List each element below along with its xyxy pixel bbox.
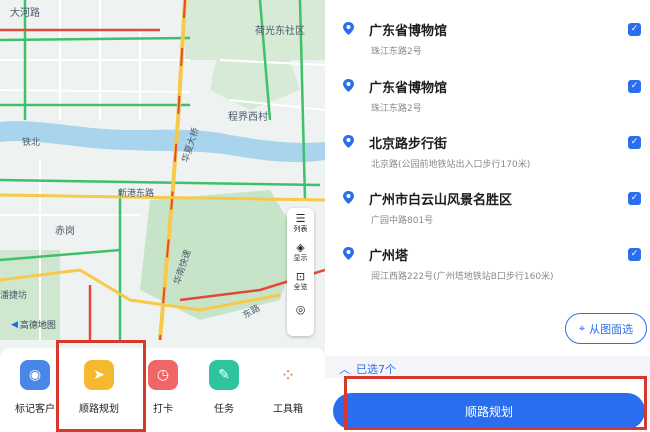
list-view-button[interactable]: ☰ 列表 [294, 212, 308, 241]
pin-marker-icon: ◉ [20, 360, 50, 390]
locate-me-button[interactable]: ◎ [296, 303, 306, 332]
overview-label: 全览 [293, 283, 308, 291]
selected-count-label: 已选7个 [356, 363, 396, 376]
selected-count[interactable]: ︿ 已选7个 [339, 361, 396, 377]
map-label-area: 赤岗 [55, 226, 75, 237]
map-label-area: 铁北 [22, 138, 41, 148]
location-pin-icon [343, 191, 354, 204]
toolbox-grid-icon: ⁘ [273, 360, 303, 390]
location-pin-icon [343, 247, 354, 260]
map-pick-icon: ⌖ [578, 321, 586, 335]
poi-list-item[interactable]: 广东省博物馆 珠江东路2号 ✓ [325, 71, 650, 127]
list-view-label: 列表 [293, 225, 308, 233]
selected-count-bar[interactable]: ︿ 已选7个 [325, 356, 650, 378]
task-clipboard-icon: ✎ [209, 360, 239, 390]
list-icon: ☰ [295, 212, 306, 225]
poi-name: 广州塔 [369, 249, 409, 264]
map-label-area: 潘捷坊 [0, 291, 28, 301]
poi-address: 北京路(公园前地铁站出入口步行170米) [371, 160, 531, 170]
checkbox-checked-icon[interactable]: ✓ [628, 136, 641, 149]
locate-icon: ◎ [295, 303, 306, 316]
display-layers-label: 显示 [293, 254, 308, 262]
checkin-clock-icon: ◷ [148, 360, 178, 390]
map-label-community: 荷光东社区 [255, 26, 305, 37]
location-pin-icon [343, 135, 354, 148]
location-pin-icon [343, 22, 354, 35]
toolbox-button[interactable]: ⁘ 工具箱 [258, 360, 318, 415]
poi-name: 广州市白云山风景名胜区 [369, 193, 513, 208]
logo-arrow-icon: ◀ [11, 319, 18, 330]
poi-name: 北京路步行街 [369, 137, 448, 152]
map-label-road: 新港东路 [118, 189, 155, 199]
river [0, 121, 325, 163]
poi-address: 广园中路801号 [371, 216, 434, 226]
mark-customer-label: 标记客户 [15, 404, 55, 415]
poi-address: 珠江东路2号 [371, 104, 422, 114]
task-button[interactable]: ✎ 任务 [194, 360, 254, 415]
poi-name: 广东省博物馆 [369, 81, 448, 96]
overview-button[interactable]: ⊡ 全览 [294, 270, 308, 299]
pick-from-map-label: 从图面选 [589, 322, 634, 336]
location-pin-icon [343, 79, 354, 92]
highlight-annotation-box [344, 376, 647, 430]
display-layers-button[interactable]: ◈ 显示 [294, 241, 308, 270]
poi-address: 阅江西路222号(广州塔地铁站B口步行160米) [371, 272, 554, 282]
map-label-village: 程界西村 [228, 112, 268, 123]
map-provider-logo: ◀ 高德地图 [11, 318, 56, 332]
checkin-label: 打卡 [153, 404, 173, 415]
map-provider-name: 高德地图 [19, 321, 56, 331]
poi-name: 广东省博物馆 [369, 24, 448, 39]
poi-list-item[interactable]: 广东省博物馆 珠江东路2号 ✓ [325, 14, 650, 70]
poi-list-item[interactable]: 北京路步行街 北京路(公园前地铁站出入口步行170米) ✓ [325, 127, 650, 183]
poi-list-item[interactable]: 广州塔 阅江西路222号(广州塔地铁站B口步行160米) ✓ [325, 239, 650, 295]
map-label-road: 大河路 [10, 8, 40, 19]
pick-from-map-button[interactable]: ⌖ 从图面选 [565, 313, 647, 344]
checkbox-checked-icon[interactable]: ✓ [628, 23, 641, 36]
layers-icon: ◈ [296, 241, 305, 254]
toolbox-label: 工具箱 [273, 404, 303, 415]
map-tool-column: ☰ 列表 ◈ 显示 ⊡ 全览 ◎ [287, 208, 314, 336]
checkbox-checked-icon[interactable]: ✓ [628, 192, 641, 205]
checkbox-checked-icon[interactable]: ✓ [628, 80, 641, 93]
overview-icon: ⊡ [295, 270, 306, 283]
chevron-up-icon: ︿ [339, 363, 350, 376]
bottom-toolbar: ◉ 标记客户 ➤ 顺路规划 ◷ 打卡 ✎ 任务 ⁘ 工具箱 [0, 348, 325, 432]
checkbox-checked-icon[interactable]: ✓ [628, 248, 641, 261]
task-label: 任务 [214, 404, 234, 415]
highlight-annotation-box [56, 340, 146, 432]
poi-address: 珠江东路2号 [371, 47, 422, 57]
poi-list-item[interactable]: 广州市白云山风景名胜区 广园中路801号 ✓ [325, 183, 650, 239]
